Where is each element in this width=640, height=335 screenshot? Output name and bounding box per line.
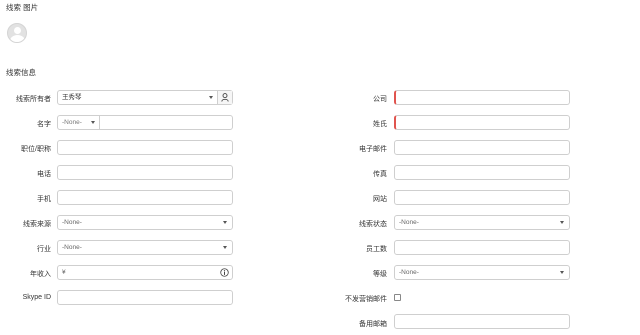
first-name-label: 名字: [37, 121, 51, 128]
owner-select[interactable]: 王秀琴: [57, 90, 233, 105]
website-label: 网站: [373, 196, 387, 203]
employees-label: 员工数: [366, 246, 387, 253]
rating-select[interactable]: -None-: [394, 265, 570, 280]
salutation-value: -None-: [62, 119, 82, 126]
chevron-down-icon[interactable]: [209, 96, 213, 99]
lead-source-select[interactable]: -None-: [57, 215, 233, 230]
fax-label: 传真: [373, 171, 387, 178]
job-title-label: 职位/职称: [21, 146, 51, 153]
annual-revenue-input[interactable]: ¥: [57, 265, 233, 280]
lead-status-select[interactable]: -None-: [394, 215, 570, 230]
website-input[interactable]: [394, 190, 570, 205]
chevron-down-icon: [560, 271, 564, 274]
employees-input[interactable]: [394, 240, 570, 255]
company-label: 公司: [373, 96, 387, 103]
user-icon: [221, 93, 229, 102]
last-name-label: 姓氏: [373, 121, 387, 128]
lead-source-value: -None-: [62, 219, 82, 226]
chevron-down-icon: [91, 121, 95, 124]
lead-image-section-title: 线索 图片: [6, 3, 39, 12]
annual-revenue-label: 年收入: [30, 271, 51, 278]
chevron-down-icon: [223, 246, 227, 249]
email-input[interactable]: [394, 140, 570, 155]
lead-source-label: 线索来源: [23, 221, 51, 228]
first-name-field[interactable]: -None-: [57, 115, 233, 130]
secondary-email-label: 备用邮箱: [359, 321, 387, 328]
last-name-input[interactable]: [394, 115, 570, 130]
industry-select[interactable]: -None-: [57, 240, 233, 255]
lead-info-section-title: 线索信息: [6, 68, 36, 77]
lead-status-label: 线索状态: [359, 221, 387, 228]
company-input[interactable]: [394, 90, 570, 105]
industry-label: 行业: [37, 246, 51, 253]
skype-id-input[interactable]: [57, 290, 233, 305]
salutation-select[interactable]: -None-: [58, 116, 100, 129]
currency-symbol: ¥: [62, 269, 66, 276]
email-optout-checkbox[interactable]: [394, 294, 401, 301]
phone-label: 电话: [37, 171, 51, 178]
chevron-down-icon: [223, 221, 227, 224]
skype-id-label: Skype ID: [22, 294, 51, 301]
email-optout-label: 不发营销邮件: [345, 296, 387, 303]
lead-status-value: -None-: [399, 219, 419, 226]
secondary-email-input[interactable]: [394, 314, 570, 329]
owner-lookup-button[interactable]: [217, 91, 232, 104]
industry-value: -None-: [62, 244, 82, 251]
owner-label: 线索所有者: [16, 96, 51, 103]
rating-label: 等级: [373, 271, 387, 278]
chevron-down-icon: [560, 221, 564, 224]
job-title-input[interactable]: [57, 140, 233, 155]
owner-value: 王秀琴: [62, 94, 82, 101]
mobile-label: 手机: [37, 196, 51, 203]
fax-input[interactable]: [394, 165, 570, 180]
email-label: 电子邮件: [359, 146, 387, 153]
avatar-placeholder-icon[interactable]: [7, 23, 27, 43]
info-icon[interactable]: [220, 268, 229, 277]
phone-input[interactable]: [57, 165, 233, 180]
rating-value: -None-: [399, 269, 419, 276]
mobile-input[interactable]: [57, 190, 233, 205]
